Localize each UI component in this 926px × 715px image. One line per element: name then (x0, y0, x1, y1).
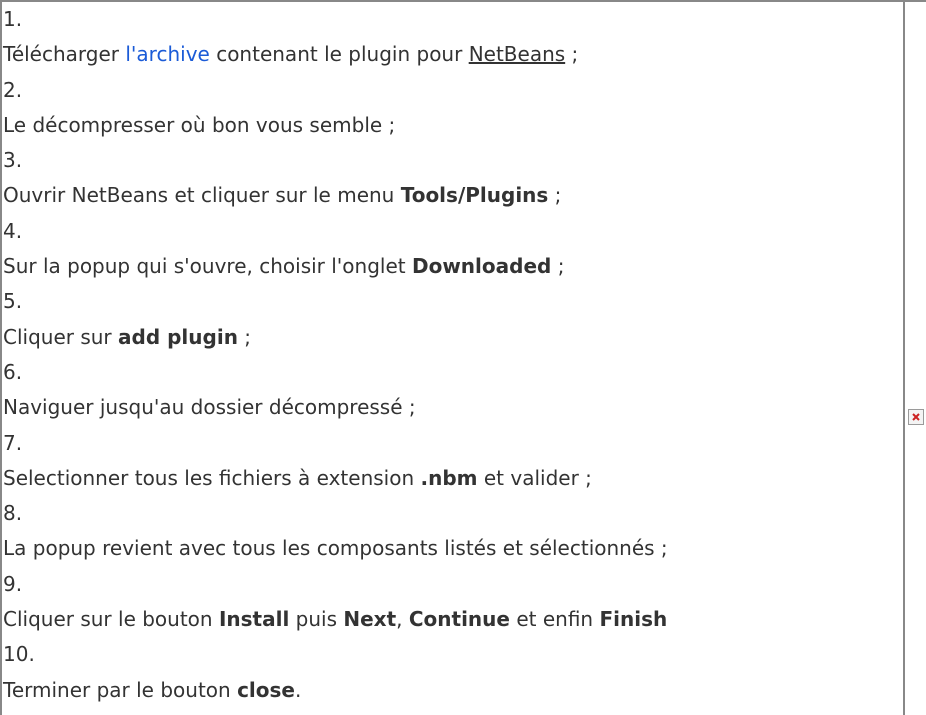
steps-list: 1. Télécharger l'archive contenant le pl… (2, 2, 903, 708)
step-text-part: Naviguer jusqu'au dossier décompressé ; (3, 395, 416, 420)
button-name-continue: Continue (408, 607, 510, 632)
step-text-part: ; (551, 254, 565, 279)
step-text-part: . (294, 677, 302, 702)
broken-image-icon (908, 409, 924, 425)
step-text: Ouvrir NetBeans et cliquer sur le menu T… (3, 178, 903, 213)
step-5: 5. Cliquer sur add plugin ; (3, 284, 903, 355)
step-number: 2. (3, 77, 23, 102)
step-text-part: ; (237, 324, 252, 349)
step-number: 9. (3, 571, 23, 596)
step-9: 9. Cliquer sur le bouton Install puis Ne… (3, 567, 903, 638)
steps-cell: 1. Télécharger l'archive contenant le pl… (0, 0, 905, 715)
step-text-part: ; (548, 183, 562, 208)
step-text-part: Télécharger (3, 42, 126, 67)
step-8: 8. La popup revient avec tous les compos… (3, 496, 903, 567)
step-text-part: puis (289, 607, 344, 632)
step-text: Terminer par le bouton close. (3, 673, 903, 708)
step-number: 4. (3, 218, 23, 243)
step-text-part: Sur la popup qui s'ouvre, choisir l'ongl… (3, 254, 412, 279)
step-number: 8. (3, 501, 23, 526)
step-text-part: Selectionner tous les fichiers à extensi… (3, 465, 421, 490)
step-number: 3. (3, 148, 23, 173)
button-name-add-plugin: add plugin (118, 324, 238, 349)
button-name-next: Next (343, 607, 397, 632)
step-3: 3. Ouvrir NetBeans et cliquer sur le men… (3, 143, 903, 214)
step-text-part: Ouvrir NetBeans et cliquer sur le menu (3, 183, 401, 208)
step-text-part: et enfin (509, 607, 600, 632)
step-4: 4. Sur la popup qui s'ouvre, choisir l'o… (3, 214, 903, 285)
menu-name-tools-plugins: Tools/Plugins (400, 183, 549, 208)
step-6: 6. Naviguer jusqu'au dossier décompressé… (3, 355, 903, 426)
step-text: Cliquer sur le bouton Install puis Next,… (3, 602, 903, 637)
step-2: 2. Le décompresser où bon vous semble ; (3, 73, 903, 144)
step-text-part: ; (565, 42, 579, 67)
step-number: 7. (3, 430, 23, 455)
step-number: 6. (3, 359, 23, 384)
file-extension-nbm: .nbm (420, 465, 478, 490)
step-text: Sur la popup qui s'ouvre, choisir l'ongl… (3, 249, 903, 284)
image-cell (904, 0, 926, 715)
step-10: 10. Terminer par le bouton close. (3, 637, 903, 708)
step-text: Selectionner tous les fichiers à extensi… (3, 461, 903, 496)
step-text-part: et valider ; (477, 465, 592, 490)
netbeans-link[interactable]: NetBeans (469, 42, 565, 66)
broken-image-x-glyph (912, 413, 920, 421)
step-text: Télécharger l'archive contenant le plugi… (3, 37, 903, 72)
step-7: 7. Selectionner tous les fichiers à exte… (3, 426, 903, 497)
step-text: Cliquer sur add plugin ; (3, 320, 903, 355)
step-text-part: Cliquer sur (3, 324, 119, 349)
step-text-part: , (396, 607, 409, 632)
step-number: 5. (3, 289, 23, 314)
step-text: Naviguer jusqu'au dossier décompressé ; (3, 390, 903, 425)
archive-link[interactable]: l'archive (125, 42, 209, 66)
step-text-part: La popup revient avec tous les composant… (3, 536, 668, 561)
step-text: La popup revient avec tous les composant… (3, 531, 903, 566)
step-text-part: contenant le plugin pour (209, 42, 469, 67)
step-1: 1. Télécharger l'archive contenant le pl… (3, 2, 903, 73)
step-text-part: Le décompresser où bon vous semble ; (3, 112, 396, 137)
step-number: 10. (3, 642, 35, 667)
button-name-install: Install (218, 607, 290, 632)
tab-name-downloaded: Downloaded (411, 254, 552, 279)
step-text-part: Cliquer sur le bouton (3, 607, 219, 632)
step-text: Le décompresser où bon vous semble ; (3, 108, 903, 143)
button-name-close: close (237, 677, 295, 702)
button-name-finish: Finish (599, 607, 668, 632)
step-number: 1. (3, 7, 23, 31)
step-text-part: Terminer par le bouton (3, 677, 238, 702)
instruction-table: 1. Télécharger l'archive contenant le pl… (0, 0, 926, 715)
